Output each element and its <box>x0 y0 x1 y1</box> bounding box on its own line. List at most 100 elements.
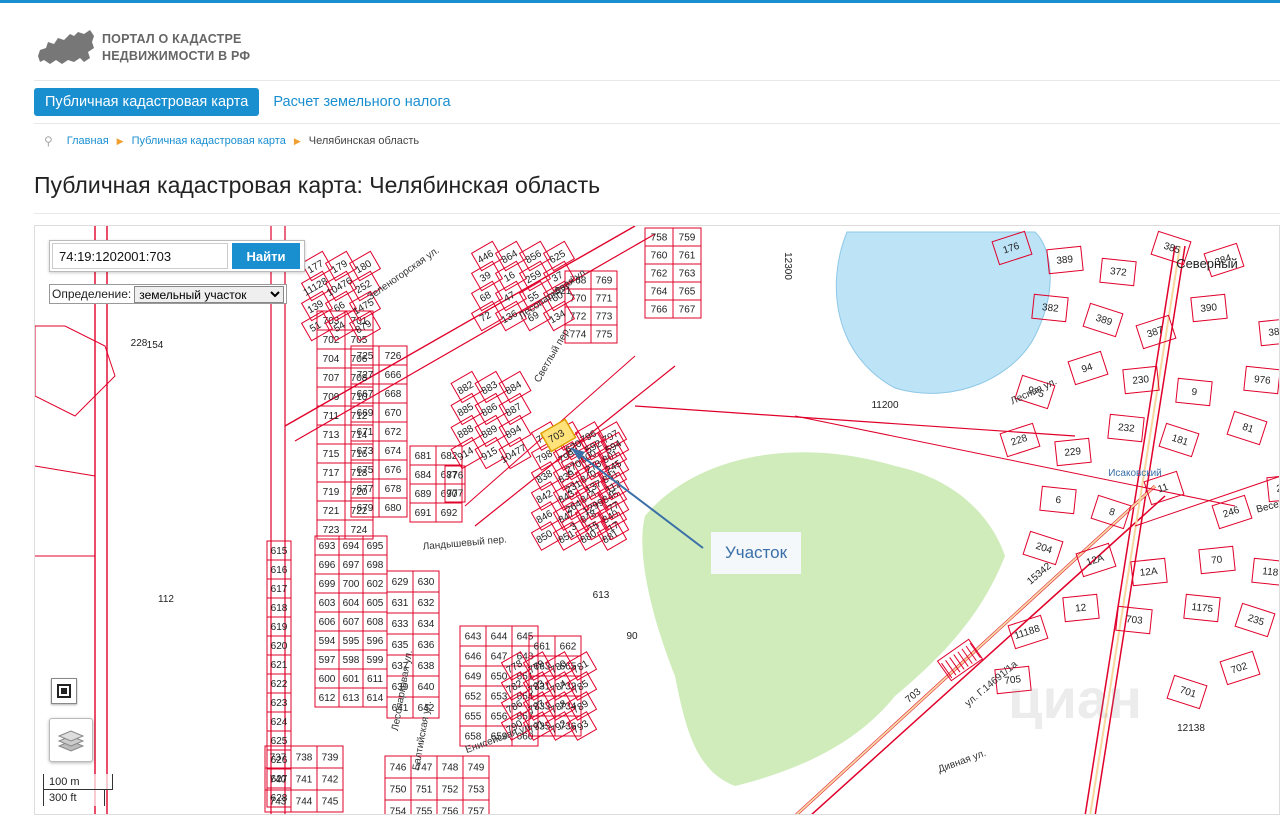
parcel-number-label: 608 <box>367 617 384 628</box>
scale-metric: 100 m <box>43 774 113 790</box>
parcel-number-label: 11188 <box>1013 623 1042 642</box>
divider <box>34 80 1280 81</box>
parcel-number-label: 617 <box>271 584 288 595</box>
parcel-number-label: 90 <box>626 631 638 642</box>
parcel-number-label: 746 <box>390 763 407 774</box>
parcel-number-label: 39 <box>478 270 494 285</box>
street-name-label: Дивная ул. <box>937 748 988 776</box>
parcel-number-label: 743 <box>270 797 287 808</box>
definition-label: Определение: <box>52 287 132 301</box>
parcel-number-label: 698 <box>367 560 384 571</box>
parcel-number-label: 631 <box>392 598 409 609</box>
logo-text[interactable]: ПОРТАЛ О КАДАСТРЕ НЕДВИЖИМОСТИ В РФ <box>102 31 250 65</box>
find-button[interactable]: Найти <box>232 243 300 269</box>
definition-select[interactable]: земельный участок <box>134 285 285 303</box>
street-name-label: Лесная ул. <box>1009 376 1059 407</box>
parcel-number-label: 744 <box>296 797 313 808</box>
parcel-number-label: 707 <box>323 373 340 384</box>
parcel-number-label: 692 <box>441 508 458 519</box>
parcel-number-label: 762 <box>651 269 668 280</box>
parcel-number-label: 675 <box>357 465 374 476</box>
parcel-number-label: 632 <box>418 598 435 609</box>
nav-tab-cadastral-map[interactable]: Публичная кадастровая карта <box>34 88 260 116</box>
parcel-number-label: 596 <box>367 636 384 647</box>
parcel-number-label: 655 <box>465 712 482 723</box>
russia-map-logo-icon[interactable] <box>34 26 96 70</box>
lake-area <box>835 231 1051 394</box>
parcel-number-label: 701 <box>1178 685 1198 701</box>
parcel-number-label: 738 <box>296 753 313 764</box>
parcel-number-label: 672 <box>385 427 402 438</box>
parcel-number-label: 702 <box>1230 661 1250 677</box>
parcel-number-label: 612 <box>319 693 336 704</box>
cadastral-number-input[interactable] <box>52 243 228 269</box>
parcel-number-label: 761 <box>679 251 696 262</box>
parcel-number-label: 12 <box>1075 602 1088 614</box>
divider <box>34 213 1280 214</box>
parcel-callout-label: Участок <box>711 532 801 574</box>
parcel-number-label: 601 <box>343 674 360 685</box>
breadcrumb-map[interactable]: Публичная кадастровая карта <box>132 135 286 147</box>
parcel-number-label: 599 <box>367 655 384 666</box>
parcel-number-label: 47 <box>502 290 518 305</box>
parcel-number-label: 611 <box>367 674 383 685</box>
site-header: ПОРТАЛ О КАДАСТРЕ НЕДВИЖИМОСТИ В РФ <box>34 20 250 76</box>
parcel-number-label: 620 <box>271 641 288 652</box>
parcel-number-label: 181 <box>1170 433 1190 449</box>
parcel-number-label: 621 <box>271 660 288 671</box>
parcel-number-label: 751 <box>416 785 433 796</box>
parcel-number-label: 598 <box>343 655 360 666</box>
parcel-number-label: 678 <box>385 484 402 495</box>
street-name-label: Ландышевый пер. <box>422 534 507 552</box>
parcel-number-label: 606 <box>319 617 336 628</box>
parcel-number-label: 976 <box>1253 374 1271 387</box>
parcel-number-label: 725 <box>357 351 374 362</box>
parcel-number-label: 12А <box>1085 553 1106 569</box>
parcel-number-label: 8 <box>1107 507 1116 519</box>
scale-imperial: 300 ft <box>43 790 105 806</box>
parcel-number-label: 677 <box>357 484 374 495</box>
layers-icon <box>57 730 85 752</box>
parcel-number-label: 615 <box>271 546 288 557</box>
parcel-number-label: 756 <box>442 807 459 816</box>
parcel-number-label: 696 <box>319 560 336 571</box>
parcel-number-label: 630 <box>418 577 435 588</box>
parcel-number-label: 723 <box>323 525 340 536</box>
parcel-number-label: 154 <box>147 340 164 351</box>
parcel-number-label: 643 <box>465 632 482 643</box>
cadastral-map[interactable]: 703 701 702 705 704 706 707 708 709 710 711 712 713 7… <box>34 225 1280 815</box>
parcel-number-label: 597 <box>319 655 336 666</box>
parcel-number-label: 748 <box>442 763 459 774</box>
parcel-number-label: 673 <box>357 446 374 457</box>
parcel-number-label: 389 <box>1094 313 1114 329</box>
parcel-number-label: 724 <box>351 525 368 536</box>
parcel-number-label: 689 <box>415 489 432 500</box>
parcel-number-label: 694 <box>343 541 360 552</box>
nav-tab-land-tax[interactable]: Расчет земельного налога <box>273 94 450 110</box>
parcel-number-label: 667 <box>357 389 374 400</box>
parcel-number-label: 72 <box>478 310 494 325</box>
layers-button[interactable] <box>49 718 93 762</box>
parcel-number-label: 691 <box>415 508 432 519</box>
parcel-number-label: 719 <box>323 487 340 498</box>
parcel-number-label: 6 <box>1055 495 1062 507</box>
parcel-number-label: 740 <box>270 775 287 786</box>
top-accent-bar <box>0 0 1280 3</box>
parcel-number-label: 739 <box>322 753 339 764</box>
fullscreen-button[interactable] <box>51 678 77 704</box>
parcel-number-label: 622 <box>271 679 288 690</box>
parcel-number-label: 699 <box>319 579 336 590</box>
parcel-number-label: 753 <box>468 785 485 796</box>
search-box: Найти <box>49 240 305 272</box>
breadcrumb-arrow-icon: ▶ <box>116 135 124 146</box>
parcel-number-label: 644 <box>491 632 508 643</box>
parcel-number-label: 68 <box>478 290 494 305</box>
map-canvas[interactable]: 703 701702 705704 706707 708709 710711 712713 7… <box>35 226 1280 815</box>
parcel-number-label: 763 <box>679 269 696 280</box>
breadcrumb-home[interactable]: Главная <box>67 135 109 147</box>
parcel-number-label: 649 <box>465 672 482 683</box>
parcel-number-label: 679 <box>357 503 374 514</box>
parcel-number-label: 662 <box>560 642 577 653</box>
parcel-number-label: 635 <box>392 640 409 651</box>
parcel-number-label: 629 <box>392 577 409 588</box>
